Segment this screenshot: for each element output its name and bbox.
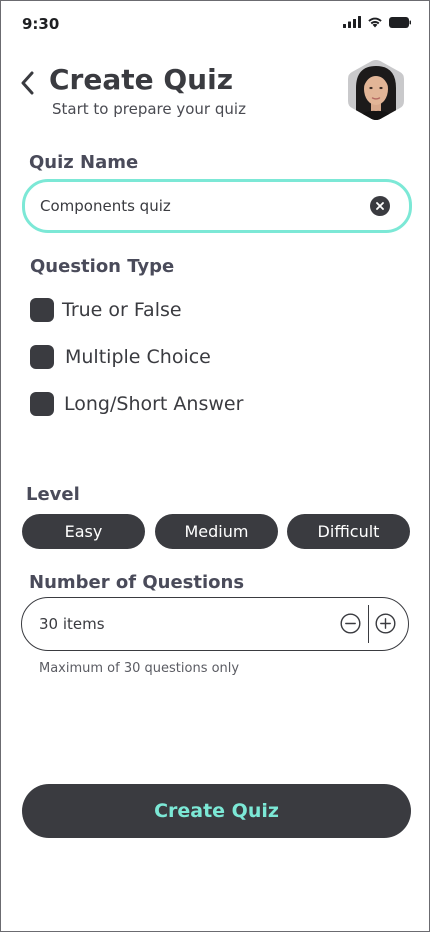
level-label: Level (26, 484, 80, 505)
stepper-value[interactable]: 30 items (39, 615, 105, 633)
option-true-or-false[interactable]: True or False (30, 298, 182, 322)
option-label: True or False (62, 299, 182, 321)
max-questions-hint: Maximum of 30 questions only (39, 661, 240, 676)
checkbox[interactable] (30, 298, 54, 322)
create-quiz-button[interactable]: Create Quiz (22, 784, 411, 838)
quiz-name-label: Quiz Name (29, 152, 139, 173)
option-label: Multiple Choice (65, 346, 211, 368)
avatar[interactable] (346, 58, 406, 122)
phone-frame: 9:30 Create Quiz Start to prepare your q… (0, 0, 430, 932)
quantity-stepper: 30 items (21, 597, 409, 651)
option-label: Long/Short Answer (64, 393, 244, 415)
number-of-questions-label: Number of Questions (29, 572, 245, 593)
chevron-left-icon (21, 71, 34, 95)
signal-icon (343, 16, 361, 28)
quiz-name-input[interactable] (40, 197, 340, 215)
level-easy-button[interactable]: Easy (22, 514, 145, 549)
clear-button[interactable] (370, 196, 390, 216)
level-difficult-button[interactable]: Difficult (287, 514, 410, 549)
battery-icon (389, 16, 411, 28)
page-title: Create Quiz (49, 63, 233, 96)
stepper-divider (368, 605, 369, 643)
status-icons (343, 16, 411, 28)
quiz-name-field (22, 179, 412, 233)
checkbox[interactable] (30, 345, 54, 369)
question-type-label: Question Type (30, 256, 175, 277)
option-long-short-answer[interactable]: Long/Short Answer (30, 392, 243, 416)
checkbox[interactable] (30, 392, 54, 416)
wifi-icon (368, 17, 382, 28)
option-multiple-choice[interactable]: Multiple Choice (30, 345, 211, 369)
status-time: 9:30 (22, 15, 60, 33)
plus-circle-icon[interactable] (375, 613, 396, 634)
minus-circle-icon[interactable] (340, 613, 361, 634)
clear-icon (376, 202, 384, 210)
level-medium-button[interactable]: Medium (155, 514, 278, 549)
back-button[interactable] (15, 69, 39, 97)
page-subtitle: Start to prepare your quiz (52, 100, 246, 118)
